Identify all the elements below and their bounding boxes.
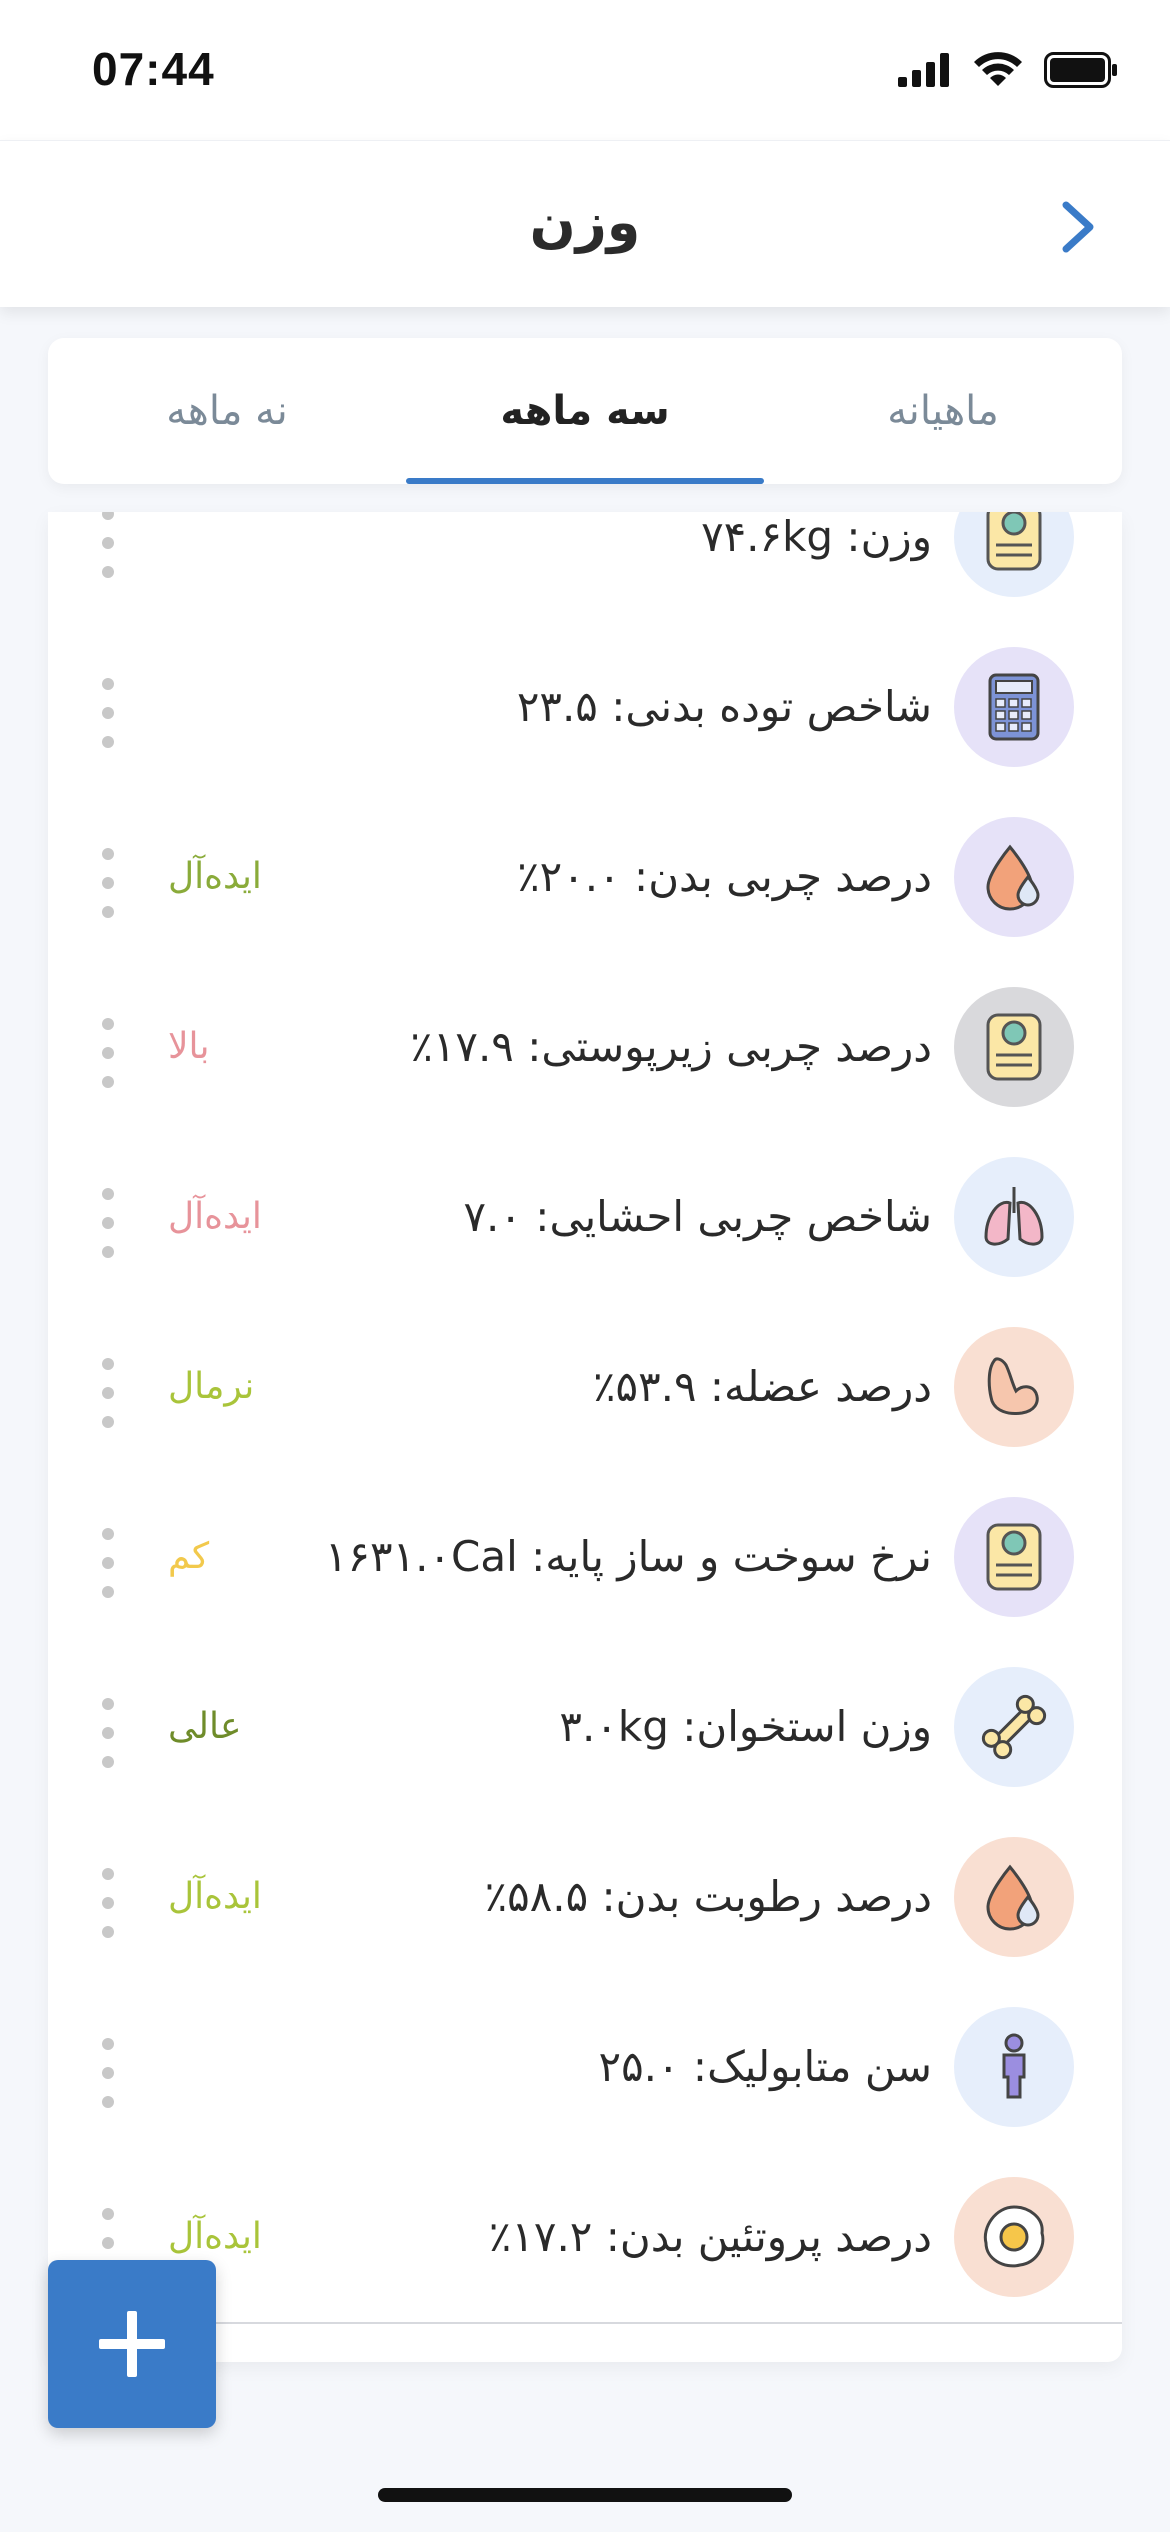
more-options-button[interactable] <box>96 2038 120 2108</box>
tab-nine-month[interactable]: نه ماهه <box>48 338 406 484</box>
more-options-button[interactable] <box>96 1018 120 1088</box>
screen: 07:44 وزن ماهیانه سه ماهه نه ماهه وزن: ۷… <box>0 0 1170 2532</box>
item-title: درصد رطوبت بدن: ۵۸.۵٪ <box>484 1872 932 1921</box>
status-label: کم <box>168 1536 210 1577</box>
list-item-metabolic-age[interactable]: سن متابولیک: ۲۵.۰ <box>48 1982 1122 2154</box>
calculator-icon <box>954 647 1074 767</box>
scale-icon <box>954 1497 1074 1617</box>
plus-icon <box>99 2311 165 2377</box>
tab-monthly[interactable]: ماهیانه <box>764 338 1122 484</box>
battery-icon <box>1044 52 1117 88</box>
list-item-weight[interactable]: وزن: ۷۴.۶kg <box>48 512 1122 624</box>
more-options-button[interactable] <box>96 1188 120 1258</box>
drop-icon <box>954 817 1074 937</box>
item-title: وزن: ۷۴.۶kg <box>701 512 932 561</box>
status-label: ایده‌آل <box>168 2216 262 2257</box>
status-label: عالی <box>168 1706 242 1747</box>
more-options-button[interactable] <box>96 512 120 578</box>
item-title: وزن استخوان: ۳.۰kg <box>559 1702 932 1751</box>
more-options-button[interactable] <box>96 1698 120 1768</box>
scale-icon <box>954 987 1074 1107</box>
lungs-icon <box>954 1157 1074 1277</box>
list-item-body-water[interactable]: درصد رطوبت بدن: ۵۸.۵٪ ایده‌آل <box>48 1812 1122 1984</box>
signal-icon <box>898 53 949 87</box>
list-item-body-fat[interactable]: درصد چربی بدن: ۲۰.۰٪ ایده‌آل <box>48 792 1122 964</box>
list-item-visceral-fat[interactable]: شاخص چربی احشایی: ۷.۰ ایده‌آل <box>48 1132 1122 1304</box>
chevron-right-icon <box>1062 201 1094 253</box>
item-title: شاخص توده بدنی: ۲۳.۵ <box>516 682 932 731</box>
more-options-button[interactable] <box>96 1868 120 1938</box>
list-item-bone[interactable]: وزن استخوان: ۳.۰kg عالی <box>48 1642 1122 1814</box>
metrics-list: وزن: ۷۴.۶kg شاخص توده بدنی: ۲۳.۵ درصد چر… <box>48 512 1122 2362</box>
page-title: وزن <box>529 191 641 254</box>
person-icon <box>954 2007 1074 2127</box>
status-label: ایده‌آل <box>168 856 262 897</box>
more-options-button[interactable] <box>96 678 120 748</box>
item-title: درصد چربی زیرپوستی: ۱۷.۹٪ <box>410 1022 932 1071</box>
status-label: نرمال <box>168 1366 255 1407</box>
more-options-button[interactable] <box>96 1358 120 1428</box>
item-title: درصد پروتئین بدن: ۱۷.۲٪ <box>488 2212 932 2261</box>
list-item-bmr[interactable]: نرخ سوخت و ساز پایه: ۱۶۳۱.۰Cal کم <box>48 1472 1122 1644</box>
drop-icon <box>954 1837 1074 1957</box>
more-options-button[interactable] <box>96 1528 120 1598</box>
scale-icon <box>954 512 1074 597</box>
egg-icon <box>954 2177 1074 2297</box>
period-tabs: ماهیانه سه ماهه نه ماهه <box>48 338 1122 484</box>
more-options-button[interactable] <box>96 848 120 918</box>
status-label: ایده‌آل <box>168 1876 262 1917</box>
status-bar: 07:44 <box>0 0 1170 140</box>
item-title: درصد چربی بدن: ۲۰.۰٪ <box>517 852 932 901</box>
list-item-muscle[interactable]: درصد عضله: ۵۳.۹٪ نرمال <box>48 1302 1122 1474</box>
header: وزن <box>0 140 1170 307</box>
bone-icon <box>954 1667 1074 1787</box>
status-label: بالا <box>168 1026 210 1067</box>
item-title: سن متابولیک: ۲۵.۰ <box>598 2042 932 2091</box>
status-time: 07:44 <box>92 43 215 95</box>
list-item-subcutaneous-fat[interactable]: درصد چربی زیرپوستی: ۱۷.۹٪ بالا <box>48 962 1122 1134</box>
list-item-bmi[interactable]: شاخص توده بدنی: ۲۳.۵ <box>48 622 1122 794</box>
item-title: نرخ سوخت و ساز پایه: ۱۶۳۱.۰Cal <box>324 1532 932 1581</box>
tab-three-month[interactable]: سه ماهه <box>406 338 764 484</box>
status-icons <box>898 52 1118 88</box>
status-label: ایده‌آل <box>168 1196 262 1237</box>
item-title: درصد عضله: ۵۳.۹٪ <box>592 1362 932 1411</box>
home-indicator <box>378 2488 792 2502</box>
wifi-icon <box>974 52 1022 86</box>
add-button[interactable] <box>48 2260 216 2428</box>
back-button[interactable] <box>1048 197 1108 257</box>
muscle-icon <box>954 1327 1074 1447</box>
item-title: شاخص چربی احشایی: ۷.۰ <box>463 1192 932 1241</box>
